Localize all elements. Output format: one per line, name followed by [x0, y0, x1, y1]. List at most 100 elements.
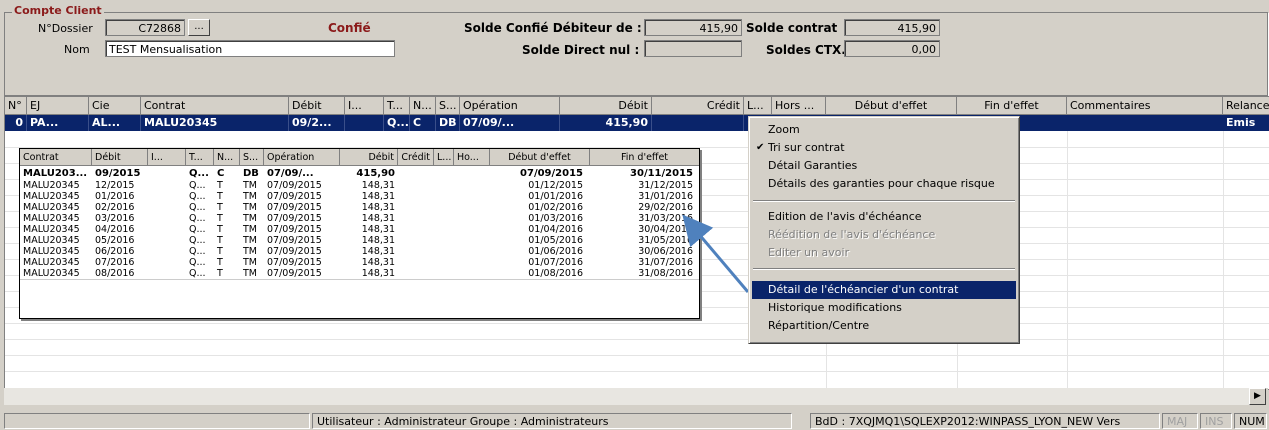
popup-cell: MALU20345 — [23, 180, 80, 191]
row-cell-cie: AL... — [89, 115, 141, 131]
popup-cell: 07/09/2015 — [267, 235, 322, 246]
col-header-commentaires[interactable]: Commentaires — [1067, 97, 1223, 114]
popup-cell: 148,31 — [361, 268, 395, 279]
popup-cell: 01/07/2016 — [528, 257, 583, 268]
popup-cell: 30/06/2016 — [638, 246, 693, 257]
popup-cell: MALU20345 — [23, 268, 80, 279]
menu-item-detail-echeancier[interactable]: Détail de l'échéancier d'un contrat — [752, 281, 1016, 299]
popup-row: MALU20345 02/2016 Q... T TM 07/09/2015 1… — [20, 202, 699, 213]
status-pane-empty — [4, 413, 310, 429]
popup-cell: T — [217, 224, 223, 235]
popup-row: MALU20345 06/2016 Q... T TM 07/09/2015 1… — [20, 246, 699, 257]
popup-cell: 148,31 — [361, 191, 395, 202]
col-header-l[interactable]: L... — [744, 97, 772, 114]
popup-cell: 07/09/2015 — [267, 246, 322, 257]
popup-cell: T — [217, 180, 223, 191]
popup-col-n: N... — [214, 149, 240, 166]
popup-col-s: S... — [240, 149, 264, 166]
col-header-s[interactable]: S... — [436, 97, 460, 114]
grid-col-rule — [1223, 131, 1224, 389]
popup-cell: 415,90 — [356, 168, 395, 179]
popup-cell: 07/09/2015 — [267, 268, 322, 279]
col-header-t[interactable]: T... — [384, 97, 410, 114]
popup-cell: T — [217, 246, 223, 257]
grid-col-rule — [1067, 131, 1068, 389]
popup-col-hors: Ho... — [454, 149, 490, 166]
menu-item-tri-contrat[interactable]: ✔ Tri sur contrat — [752, 139, 1016, 157]
popup-cell: 01/05/2016 — [528, 235, 583, 246]
col-header-n[interactable]: N... — [410, 97, 436, 114]
menu-item-reedition-avis[interactable]: Réédition de l'avis d'échéance — [752, 226, 1016, 244]
popup-cell: 12/2015 — [95, 180, 135, 191]
menu-item-details-garanties-risque[interactable]: Détails des garanties pour chaque risque — [752, 175, 1016, 193]
menu-item-historique[interactable]: Historique modifications — [752, 299, 1016, 317]
col-header-relance[interactable]: Relance — [1223, 97, 1269, 114]
col-header-ej[interactable]: EJ — [27, 97, 89, 114]
grid-rule — [5, 323, 1269, 324]
popup-cell: TM — [243, 268, 257, 279]
popup-cell: TM — [243, 191, 257, 202]
popup-cell: 31/07/2016 — [638, 257, 693, 268]
popup-cell: TM — [243, 257, 257, 268]
popup-cell: 01/08/2016 — [528, 268, 583, 279]
popup-cell: TM — [243, 235, 257, 246]
soldes-ctx-field[interactable]: 0,00 — [844, 40, 940, 57]
row-cell-credit — [652, 115, 744, 131]
popup-cell: T — [217, 268, 223, 279]
menu-item-edition-avis[interactable]: Edition de l'avis d'échéance — [752, 208, 1016, 226]
col-header-i[interactable]: I... — [345, 97, 384, 114]
popup-cell: 148,31 — [361, 202, 395, 213]
col-header-hors[interactable]: Hors ... — [772, 97, 826, 114]
popup-col-t: T... — [186, 149, 214, 166]
solde-direct-field[interactable] — [644, 40, 742, 57]
grid-rule — [5, 371, 1269, 372]
solde-contrat-field[interactable]: 415,90 — [844, 19, 940, 36]
row-cell-n: C — [410, 115, 436, 131]
dossier-field[interactable]: C72868 — [105, 19, 185, 36]
col-header-no[interactable]: N° — [5, 97, 27, 114]
nom-field[interactable]: TEST Mensualisation — [105, 40, 395, 57]
popup-cell: 05/2016 — [95, 235, 135, 246]
popup-cell: 31/03/2016 — [638, 213, 693, 224]
popup-col-credit: Crédit — [398, 149, 434, 166]
popup-cell: 148,31 — [361, 224, 395, 235]
popup-cell: 148,31 — [361, 180, 395, 191]
menu-item-editer-avoir[interactable]: Editer un avoir — [752, 244, 1016, 262]
col-header-operation[interactable]: Opération — [460, 97, 560, 114]
popup-cell: TM — [243, 202, 257, 213]
popup-col-debit-op: Débit — [340, 149, 398, 166]
menu-item-repartition[interactable]: Répartition/Centre — [752, 317, 1016, 335]
popup-col-i: I... — [148, 149, 186, 166]
row-cell-contrat: MALU20345 — [141, 115, 289, 131]
col-header-contrat[interactable]: Contrat — [141, 97, 289, 114]
menu-item-zoom[interactable]: Zoom — [752, 121, 1016, 139]
popup-col-debut: Début d'effet — [490, 149, 590, 166]
col-header-credit[interactable]: Crédit — [652, 97, 744, 114]
dossier-browse-button[interactable]: ... — [188, 19, 210, 36]
popup-row: MALU20345 01/2016 Q... T TM 07/09/2015 1… — [20, 191, 699, 202]
col-header-debut-effet[interactable]: Début d'effet — [826, 97, 957, 114]
popup-cell: 148,31 — [361, 213, 395, 224]
nom-label: Nom — [64, 43, 90, 56]
popup-row: MALU20345 07/2016 Q... T TM 07/09/2015 1… — [20, 257, 699, 268]
col-header-debit[interactable]: Débit — [289, 97, 345, 114]
scroll-right-arrow-icon[interactable]: ▶ — [1249, 388, 1266, 405]
menu-item-detail-garanties[interactable]: Détail Garanties — [752, 157, 1016, 175]
popup-cell: 07/09/2015 — [267, 191, 322, 202]
col-header-cie[interactable]: Cie — [89, 97, 141, 114]
row-cell-s: DB — [436, 115, 460, 131]
col-header-debit-op[interactable]: Débit — [560, 97, 652, 114]
col-header-fin-effet[interactable]: Fin d'effet — [957, 97, 1067, 114]
popup-col-debit: Débit — [92, 149, 148, 166]
popup-cell: 07/09/2015 — [267, 180, 322, 191]
horizontal-scrollbar[interactable]: ▶ — [4, 388, 1268, 405]
popup-cell: 08/2016 — [95, 268, 135, 279]
popup-cell: MALU20345 — [23, 202, 80, 213]
solde-confie-field[interactable]: 415,90 — [644, 19, 742, 36]
scroll-track[interactable] — [4, 388, 1249, 405]
status-db: BdD : 7XQJMQ1\SQLEXP2012:WINPASS_LYON_NE… — [810, 413, 1160, 429]
menu-item-label: Tri sur contrat — [768, 141, 845, 154]
grid-rule — [5, 339, 1269, 340]
popup-cell: Q... — [189, 235, 206, 246]
status-num: NUM — [1234, 413, 1267, 429]
